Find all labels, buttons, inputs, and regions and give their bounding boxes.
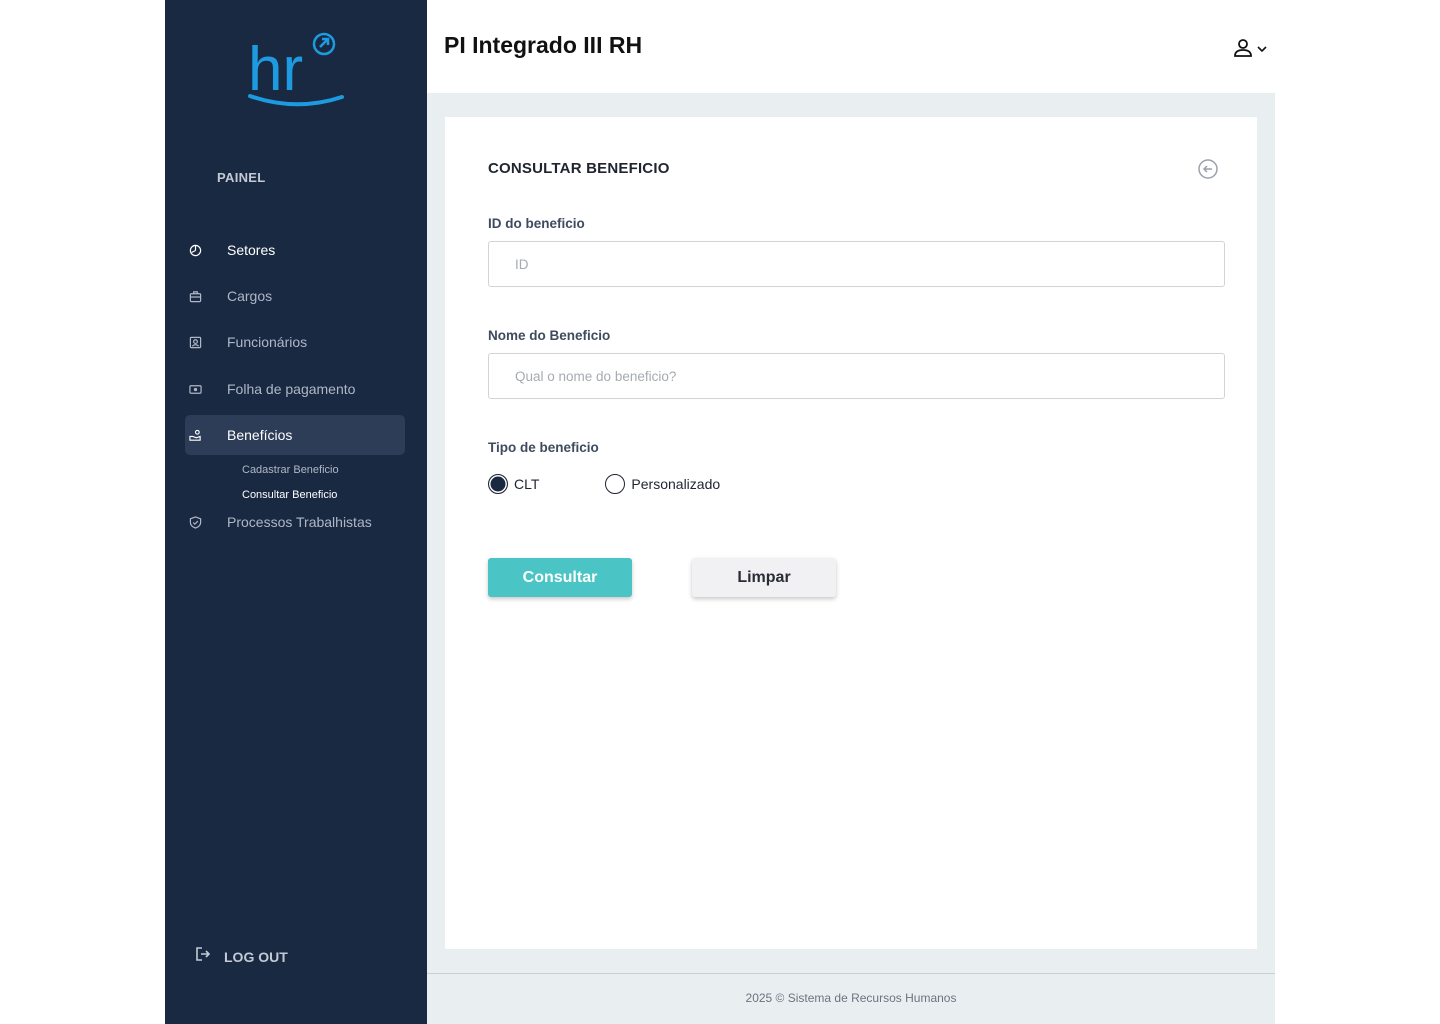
- benefit-name-input[interactable]: [488, 353, 1225, 399]
- radio-button[interactable]: [605, 474, 626, 494]
- logout-label: LOG OUT: [224, 948, 288, 965]
- chevron-down-icon: [1256, 42, 1268, 60]
- sidebar-item-label: Funcionários: [227, 334, 308, 350]
- id-field-label: ID do beneficio: [488, 216, 585, 231]
- sidebar-item-beneficios[interactable]: Benefícios: [185, 415, 405, 455]
- sidebar-item-label: Setores: [227, 242, 276, 258]
- benefit-type-radio-group: CLT Personalizado: [488, 474, 720, 494]
- sidebar-item-label: Processos Trabalhistas: [227, 514, 372, 530]
- radio-label: Personalizado: [631, 476, 721, 492]
- shield-icon: [188, 515, 202, 529]
- radio-personalizado[interactable]: Personalizado: [605, 474, 720, 494]
- limpar-button[interactable]: Limpar: [692, 558, 836, 597]
- form-title: CONSULTAR BENEFICIO: [488, 160, 670, 177]
- consultar-button[interactable]: Consultar: [488, 558, 632, 597]
- sidebar-section-label: PAINEL: [217, 170, 266, 185]
- user-icon: [1232, 37, 1254, 64]
- sidebar-item-setores[interactable]: Setores: [185, 230, 405, 270]
- hand-coins-icon: [188, 428, 202, 442]
- briefcase-icon: [188, 289, 202, 303]
- sidebar-subitem-cadastrar-beneficio[interactable]: Cadastrar Beneficio: [242, 464, 339, 476]
- sidebar-subitem-consultar-beneficio[interactable]: Consultar Beneficio: [242, 489, 337, 501]
- sidebar-item-processos-trabalhistas[interactable]: Processos Trabalhistas: [185, 502, 405, 542]
- money-icon: [188, 382, 202, 396]
- sidebar-item-funcionarios[interactable]: Funcionários: [185, 322, 405, 362]
- sidebar-item-label: Folha de pagamento: [227, 381, 356, 397]
- logout-icon: [195, 946, 211, 967]
- footer: 2025 © Sistema de Recursos Humanos: [427, 973, 1275, 1024]
- user-menu[interactable]: [1232, 37, 1268, 64]
- logout-button[interactable]: LOG OUT: [195, 946, 288, 967]
- sidebar-item-folha-de-pagamento[interactable]: Folha de pagamento: [185, 369, 405, 409]
- radio-label: CLT: [514, 476, 540, 492]
- app-title: PI Integrado III RH: [444, 32, 643, 58]
- sidebar: hr PAINEL Setores Cargos Funcionários Fo…: [165, 0, 427, 1024]
- back-button[interactable]: [1197, 158, 1219, 180]
- sidebar-item-cargos[interactable]: Cargos: [185, 276, 405, 316]
- radio-button-selected[interactable]: [488, 474, 508, 494]
- id-badge-icon: [188, 335, 202, 349]
- sidebar-item-label: Cargos: [227, 288, 273, 304]
- hr-logo: hr: [248, 30, 344, 112]
- name-field-label: Nome do Beneficio: [488, 328, 611, 343]
- footer-text: 2025 © Sistema de Recursos Humanos: [745, 991, 957, 1005]
- type-field-label: Tipo de beneficio: [488, 440, 599, 455]
- arrow-left-circle-icon: [1197, 159, 1219, 184]
- svg-text:hr: hr: [248, 35, 303, 104]
- sidebar-item-label: Benefícios: [227, 427, 293, 443]
- top-header: PI Integrado III RH: [427, 0, 1275, 93]
- radio-clt[interactable]: CLT: [488, 474, 539, 494]
- id-input[interactable]: [488, 241, 1225, 287]
- consult-benefit-card: CONSULTAR BENEFICIO ID do beneficio Nome…: [445, 117, 1257, 949]
- pie-chart-icon: [188, 243, 202, 257]
